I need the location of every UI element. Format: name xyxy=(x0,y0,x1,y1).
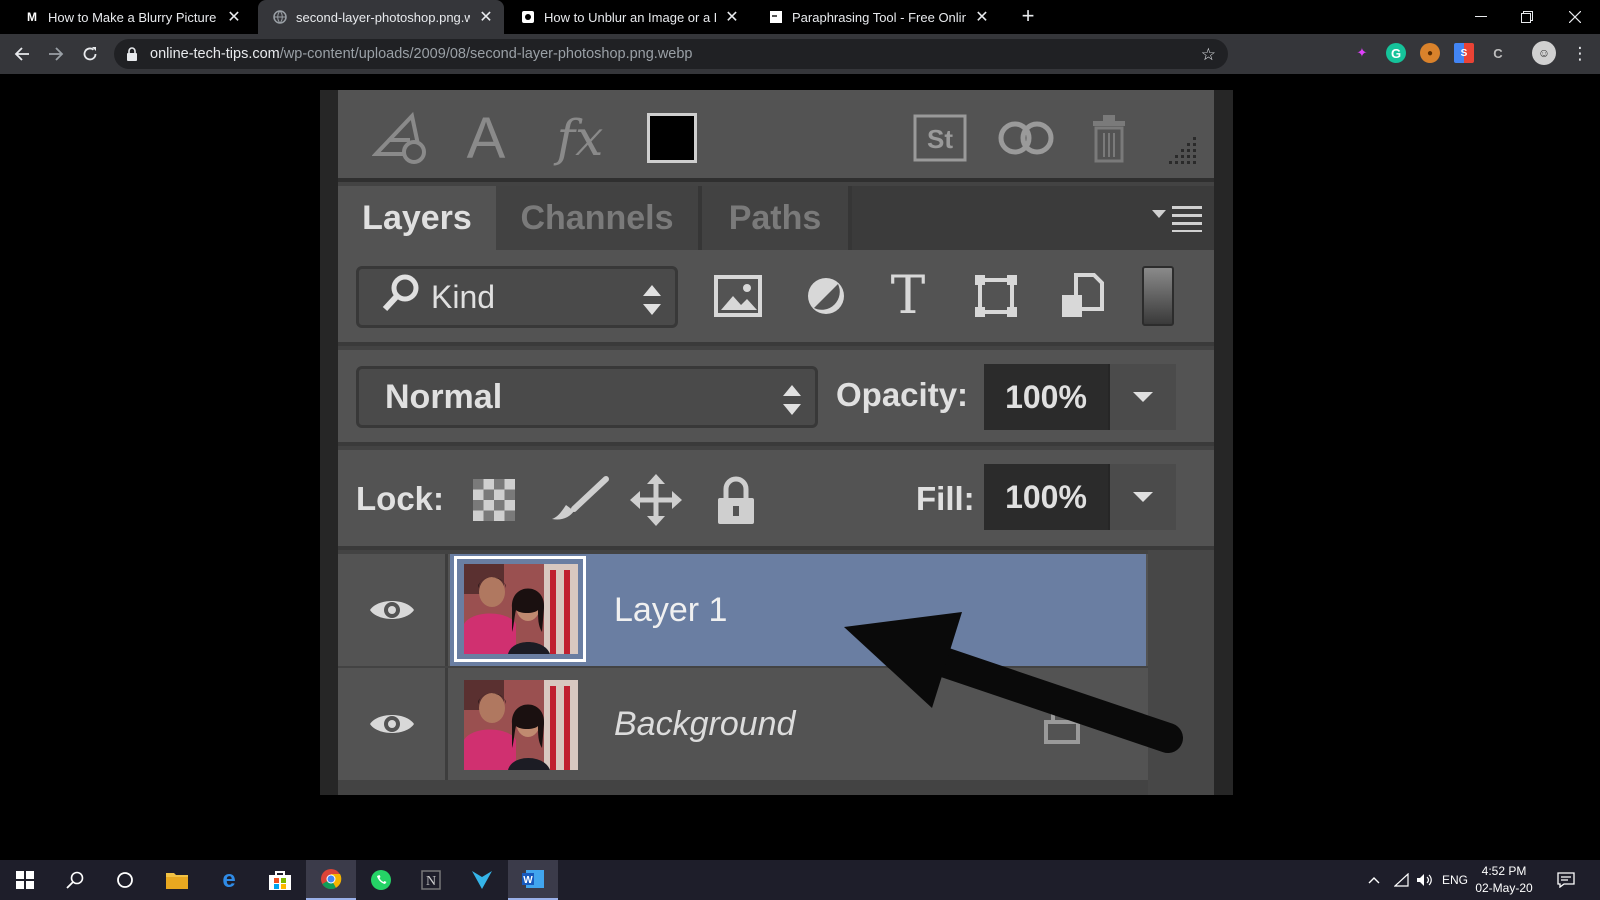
whatsapp-icon[interactable] xyxy=(356,860,406,900)
lock-icon xyxy=(127,47,137,61)
tab-title: How to Make a Blurry Picture Cle xyxy=(48,9,218,25)
annotation-arrow-icon xyxy=(844,612,1183,753)
browser-toolbar: online-tech-tips.com/wp-content/uploads/… xyxy=(0,34,1600,74)
network-icon[interactable] xyxy=(1392,860,1412,900)
clock-time: 4:52 PM xyxy=(1481,864,1527,878)
layers-panel: A fx St Layers Channels Paths Kind T Nor… xyxy=(338,90,1214,795)
svg-text:W: W xyxy=(523,875,533,886)
new-tab-button[interactable]: + xyxy=(1016,5,1040,29)
windows-taskbar: e N W ENG 4:52 PM 02-May-20 xyxy=(0,860,1600,900)
chrome-icon[interactable] xyxy=(306,860,356,900)
vysor-icon[interactable] xyxy=(457,860,507,900)
close-window-button[interactable] xyxy=(1552,0,1598,34)
show-hidden-icons-chevron-icon[interactable] xyxy=(1364,860,1384,900)
edge-icon[interactable]: e xyxy=(204,860,254,900)
tab-strip: M How to Make a Blurry Picture Cle ✕ sec… xyxy=(0,0,1600,34)
action-center-icon[interactable] xyxy=(1554,860,1578,900)
back-arrow-icon[interactable] xyxy=(8,40,36,68)
file-explorer-icon[interactable] xyxy=(152,860,202,900)
cookie-icon[interactable]: ● xyxy=(1420,43,1440,63)
word-icon[interactable]: W xyxy=(508,860,558,900)
close-tab-icon[interactable]: ✕ xyxy=(724,7,740,27)
tab-unblur[interactable]: How to Unblur an Image or a Pho ✕ xyxy=(506,0,750,34)
store-icon[interactable] xyxy=(255,860,305,900)
gmail-icon: M xyxy=(27,10,37,24)
bookmark-star-icon[interactable]: ☆ xyxy=(1201,45,1216,65)
notion-icon[interactable]: N xyxy=(406,860,456,900)
cortana-icon[interactable] xyxy=(100,860,150,900)
search-icon[interactable] xyxy=(50,860,100,900)
extension-star-icon[interactable]: ✦ xyxy=(1352,43,1372,63)
clock-date: 02-May-20 xyxy=(1475,881,1533,895)
minimize-button[interactable] xyxy=(1458,0,1504,34)
svg-text:N: N xyxy=(426,874,436,889)
system-clock[interactable]: 4:52 PM 02-May-20 xyxy=(1466,863,1542,897)
extension-colorful-icon[interactable]: S xyxy=(1454,43,1474,63)
profile-avatar[interactable]: ☺ xyxy=(1532,41,1556,65)
close-tab-icon[interactable]: ✕ xyxy=(226,7,242,27)
tab-gmail-blurry[interactable]: M How to Make a Blurry Picture Cle ✕ xyxy=(10,0,252,34)
page-icon xyxy=(768,9,784,25)
close-tab-icon[interactable]: ✕ xyxy=(478,7,494,27)
reload-icon[interactable] xyxy=(76,40,104,68)
url-text: online-tech-tips.com/wp-content/uploads/… xyxy=(150,46,693,62)
tab-title: second-layer-photoshop.png.wel xyxy=(296,9,470,25)
grammarly-icon[interactable]: G xyxy=(1386,43,1406,63)
photoshop-layers-screenshot: A fx St Layers Channels Paths Kind T Nor… xyxy=(320,90,1233,795)
image-icon xyxy=(520,9,536,25)
tab-title: How to Unblur an Image or a Pho xyxy=(544,9,716,25)
windows-start-icon[interactable] xyxy=(0,860,50,900)
menu-dots-icon[interactable]: ⋮ xyxy=(1566,40,1594,68)
tab-title: Paraphrasing Tool - Free Online T xyxy=(792,9,966,25)
address-bar[interactable]: online-tech-tips.com/wp-content/uploads/… xyxy=(114,39,1228,69)
restore-button[interactable] xyxy=(1504,0,1550,34)
forward-arrow-icon[interactable] xyxy=(42,40,70,68)
extension-c-icon[interactable]: C xyxy=(1488,43,1508,63)
close-tab-icon[interactable]: ✕ xyxy=(974,7,990,27)
tab-image-active[interactable]: second-layer-photoshop.png.wel ✕ xyxy=(258,0,504,34)
volume-icon[interactable] xyxy=(1414,860,1434,900)
tab-paraphrasing[interactable]: Paraphrasing Tool - Free Online T ✕ xyxy=(754,0,1000,34)
globe-icon xyxy=(272,9,288,25)
